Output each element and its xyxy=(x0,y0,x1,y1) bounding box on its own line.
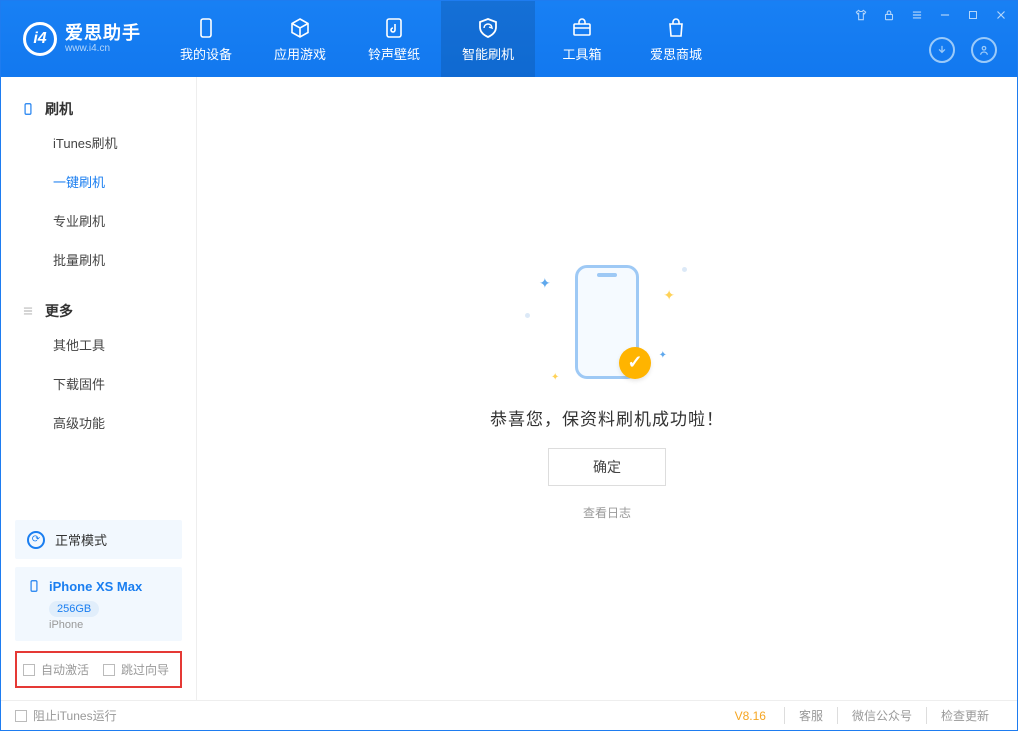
ok-button[interactable]: 确定 xyxy=(548,448,666,486)
checkbox-block-itunes[interactable]: 阻止iTunes运行 xyxy=(15,707,117,724)
tab-label: 爱思商城 xyxy=(650,44,702,63)
user-icon[interactable] xyxy=(971,37,997,63)
checkbox-skip-guide[interactable]: 跳过向导 xyxy=(103,661,169,678)
tab-label: 我的设备 xyxy=(180,44,232,63)
tab-apps-games[interactable]: 应用游戏 xyxy=(253,1,347,77)
toolbox-icon xyxy=(570,16,594,40)
minimize-icon[interactable] xyxy=(937,7,953,23)
footer-link-support[interactable]: 客服 xyxy=(784,707,837,724)
sync-icon: ⟳ xyxy=(27,531,45,549)
device-icon xyxy=(21,102,35,116)
app-name: 爱思助手 xyxy=(65,24,141,44)
highlighted-checkbox-row: 自动激活 跳过向导 xyxy=(15,651,182,688)
checkmark-badge-icon: ✓ xyxy=(619,347,651,379)
lock-icon[interactable] xyxy=(881,7,897,23)
app-logo: i4 爱思助手 www.i4.cn xyxy=(1,1,159,77)
tab-label: 应用游戏 xyxy=(274,44,326,63)
checkbox-auto-activate[interactable]: 自动激活 xyxy=(23,661,89,678)
tab-label: 智能刷机 xyxy=(462,44,514,63)
sidebar-item-oneclick-flash[interactable]: 一键刷机 xyxy=(1,162,196,201)
device-info-box[interactable]: iPhone XS Max 256GB iPhone xyxy=(15,567,182,641)
sidebar-item-advanced[interactable]: 高级功能 xyxy=(1,403,196,442)
sidebar-group-more: 更多 xyxy=(1,297,196,325)
music-file-icon xyxy=(382,16,406,40)
success-illustration: ✦✦✦✦ ✓ xyxy=(517,257,697,387)
menu-icon[interactable] xyxy=(909,7,925,23)
tab-toolbox[interactable]: 工具箱 xyxy=(535,1,629,77)
download-icon[interactable] xyxy=(929,37,955,63)
tab-store[interactable]: 爱思商城 xyxy=(629,1,723,77)
sidebar-group-flash: 刷机 xyxy=(1,95,196,123)
device-mode-box[interactable]: ⟳ 正常模式 xyxy=(15,520,182,559)
device-type: iPhone xyxy=(49,619,170,631)
sidebar-item-other-tools[interactable]: 其他工具 xyxy=(1,325,196,364)
main-content: ✦✦✦✦ ✓ 恭喜您，保资料刷机成功啦！ 确定 查看日志 xyxy=(197,77,1017,700)
checkbox-icon xyxy=(23,664,35,676)
close-icon[interactable] xyxy=(993,7,1009,23)
tab-smart-flash[interactable]: 智能刷机 xyxy=(441,1,535,77)
maximize-icon[interactable] xyxy=(965,7,981,23)
refresh-shield-icon xyxy=(476,16,500,40)
phone-icon xyxy=(27,577,41,595)
footer-link-wechat[interactable]: 微信公众号 xyxy=(837,707,926,724)
device-name: iPhone XS Max xyxy=(49,579,142,594)
main-tabs: 我的设备 应用游戏 铃声壁纸 智能刷机 工具箱 爱思商城 xyxy=(159,1,723,77)
tab-label: 工具箱 xyxy=(562,44,601,63)
footer: 阻止iTunes运行 V8.16 客服 微信公众号 检查更新 xyxy=(1,700,1017,730)
sidebar-item-download-firmware[interactable]: 下载固件 xyxy=(1,364,196,403)
sidebar-item-itunes-flash[interactable]: iTunes刷机 xyxy=(1,123,196,162)
sidebar-item-pro-flash[interactable]: 专业刷机 xyxy=(1,201,196,240)
tab-label: 铃声壁纸 xyxy=(368,44,420,63)
cube-icon xyxy=(288,16,312,40)
list-icon xyxy=(21,304,35,318)
checkbox-icon xyxy=(103,664,115,676)
checkbox-icon xyxy=(15,710,27,722)
footer-link-update[interactable]: 检查更新 xyxy=(926,707,1003,724)
header-right-icons xyxy=(929,37,997,63)
tshirt-icon[interactable] xyxy=(853,7,869,23)
tab-my-device[interactable]: 我的设备 xyxy=(159,1,253,77)
device-capacity: 256GB xyxy=(49,601,99,617)
sidebar: 刷机 iTunes刷机 一键刷机 专业刷机 批量刷机 更多 其他工具 下载固件 … xyxy=(1,77,197,700)
app-url: www.i4.cn xyxy=(65,43,141,54)
phone-icon xyxy=(194,16,218,40)
bag-icon xyxy=(664,16,688,40)
logo-icon: i4 xyxy=(23,22,57,56)
header: i4 爱思助手 www.i4.cn 我的设备 应用游戏 铃声壁纸 智能刷机 工具… xyxy=(1,1,1017,77)
success-message: 恭喜您，保资料刷机成功啦！ xyxy=(490,405,724,430)
window-controls xyxy=(853,7,1009,23)
tab-ringtones-wallpapers[interactable]: 铃声壁纸 xyxy=(347,1,441,77)
version-label: V8.16 xyxy=(735,709,766,723)
sidebar-item-batch-flash[interactable]: 批量刷机 xyxy=(1,240,196,279)
device-mode-label: 正常模式 xyxy=(55,530,107,549)
view-log-link[interactable]: 查看日志 xyxy=(583,504,631,521)
